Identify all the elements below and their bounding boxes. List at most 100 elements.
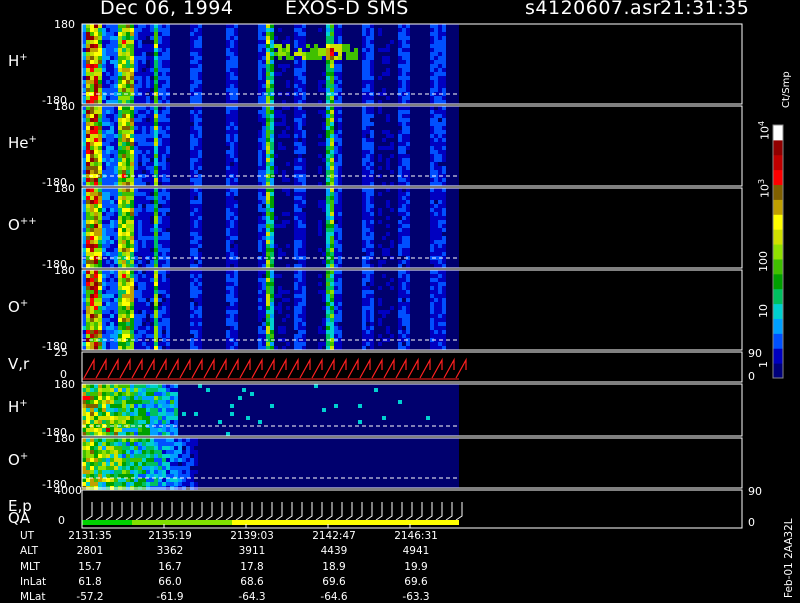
heat-cell <box>166 48 170 52</box>
heat-cell <box>106 290 110 294</box>
heat-cell <box>162 466 166 470</box>
heat-cell <box>294 216 298 220</box>
heat-cell <box>370 302 374 306</box>
heat-cell <box>114 408 118 412</box>
heat-cell <box>190 32 194 36</box>
heat-cell <box>330 208 334 212</box>
heat-cell <box>258 84 262 88</box>
heat-cell <box>110 446 114 450</box>
heat-cell <box>106 330 110 334</box>
heat-cell <box>430 270 434 274</box>
heat-cell <box>138 96 142 100</box>
heat-cell <box>438 236 442 240</box>
heat-cell <box>90 166 94 170</box>
heat-cell <box>158 384 162 388</box>
heat-cell <box>326 28 330 32</box>
heat-cell <box>294 342 298 346</box>
heat-cell <box>118 44 122 48</box>
heat-cell <box>98 204 102 208</box>
heat-cell <box>434 192 438 196</box>
y-tick-top: 25 <box>54 346 68 359</box>
heat-cell <box>430 200 434 204</box>
heat-cell <box>286 220 290 224</box>
heat-cell <box>142 106 146 110</box>
heat-cell <box>294 142 298 146</box>
heat-cell <box>318 84 322 88</box>
heat-cell <box>194 88 198 92</box>
heat-cell <box>390 154 394 158</box>
heat-cell <box>382 252 386 256</box>
heat-cell <box>294 240 298 244</box>
heat-cell <box>334 166 338 170</box>
heat-cell <box>286 290 290 294</box>
heat-cell <box>234 44 238 48</box>
heat-cell <box>258 68 262 72</box>
heat-cell <box>370 166 374 170</box>
heat-cell <box>270 322 274 326</box>
heat-cell <box>318 100 322 104</box>
heat-cell <box>134 346 138 350</box>
heat-cell <box>166 196 170 200</box>
heat-cell <box>334 182 338 186</box>
heat-cell <box>118 80 122 84</box>
heat-cell <box>102 466 106 470</box>
heat-cell <box>318 182 322 186</box>
heat-cell <box>114 110 118 114</box>
heat-cell <box>118 438 122 442</box>
heat-cell <box>198 298 202 302</box>
heat-cell <box>366 302 370 306</box>
heat-cell <box>154 428 158 432</box>
heat-cell <box>106 302 110 306</box>
heat-cell <box>322 330 326 334</box>
heat-cell <box>190 162 194 166</box>
heat-cell <box>302 84 306 88</box>
heat-cell <box>82 322 86 326</box>
heat-cell <box>302 72 306 76</box>
heat-cell <box>302 150 306 154</box>
heat-cell <box>266 166 270 170</box>
heat-cell <box>190 302 194 306</box>
heat-cell <box>166 76 170 80</box>
heat-cell <box>406 224 410 228</box>
heat-cell <box>158 84 162 88</box>
heat-cell <box>294 346 298 350</box>
heat-cell <box>170 412 174 416</box>
heat-cell <box>146 212 150 216</box>
heat-cell <box>122 330 126 334</box>
heat-cell <box>86 264 90 268</box>
heat-cell <box>230 286 234 290</box>
heat-cell <box>86 298 90 302</box>
heat-cell <box>162 264 166 268</box>
heat-cell <box>134 318 138 322</box>
heat-cell <box>362 282 366 286</box>
heat-cell <box>298 40 302 44</box>
heat-cell <box>166 224 170 228</box>
heat-cell <box>338 36 342 40</box>
heat-cell <box>294 76 298 80</box>
heat-cell <box>270 232 274 236</box>
heat-cell <box>190 442 194 446</box>
heat-cell <box>110 130 114 134</box>
heat-cell <box>114 322 118 326</box>
heat-cell <box>90 196 94 200</box>
heat-cell <box>86 482 90 486</box>
ephemeris-cell: 68.6 <box>240 576 264 588</box>
heat-cell <box>134 178 138 182</box>
heat-cell <box>162 118 166 122</box>
heat-cell <box>298 68 302 72</box>
heat-cell <box>130 48 134 52</box>
heat-cell <box>338 208 342 212</box>
heat-cell <box>198 192 202 196</box>
heat-cell <box>262 346 266 350</box>
heat-cell <box>234 188 238 192</box>
heat-cell <box>322 200 326 204</box>
heat-cell <box>178 454 182 458</box>
heat-cell <box>294 228 298 232</box>
heat-cell <box>370 236 374 240</box>
heat-cell <box>266 158 270 162</box>
heat-cell <box>398 80 402 84</box>
heat-cell <box>114 248 118 252</box>
heat-cell <box>102 314 106 318</box>
heat-cell <box>302 56 306 60</box>
heat-cell <box>270 166 274 170</box>
